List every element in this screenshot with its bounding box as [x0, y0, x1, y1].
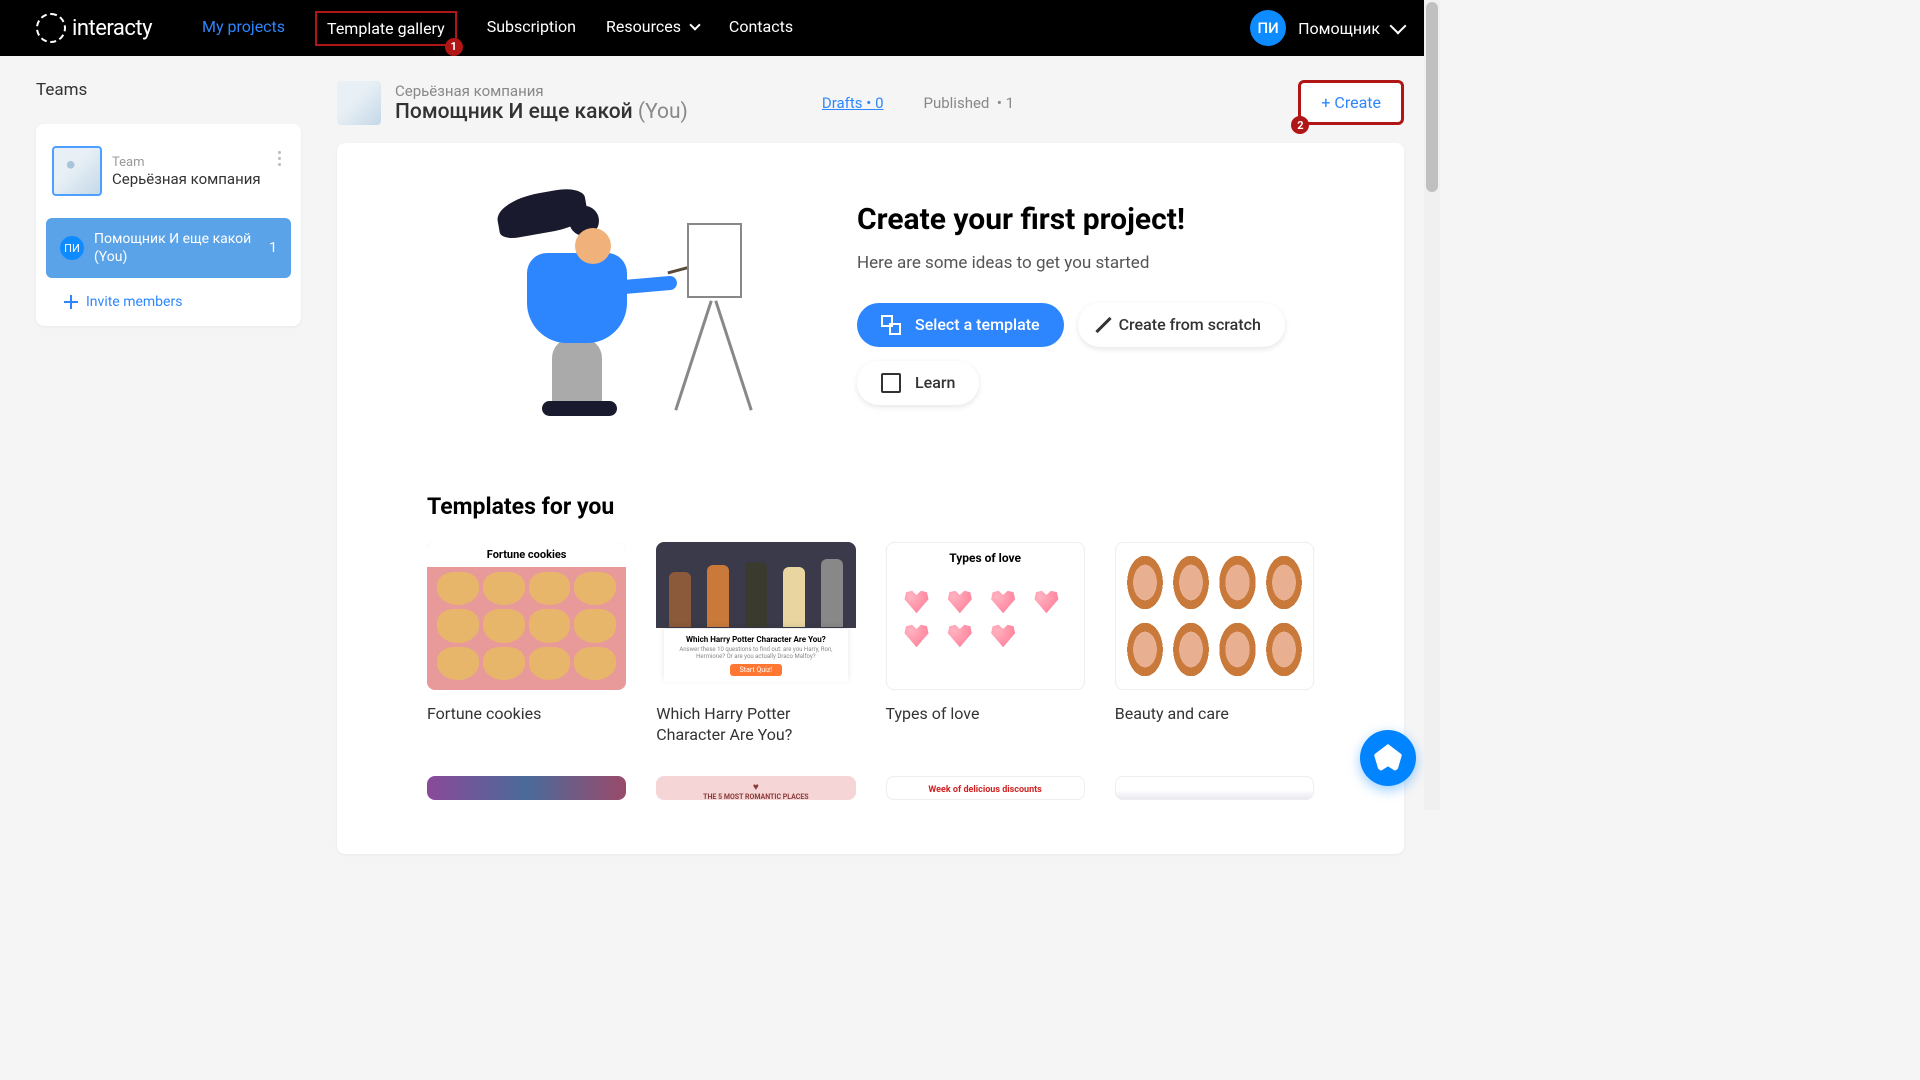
messenger-icon	[1374, 744, 1402, 772]
nav-resources[interactable]: Resources	[606, 11, 699, 46]
template-card[interactable]: Which Harry Potter Character Are You? An…	[656, 542, 855, 746]
published-stat: Published • 1	[924, 94, 1015, 112]
hero-subtitle: Here are some ideas to get you started	[857, 253, 1314, 273]
user-avatar: ПИ	[1250, 10, 1286, 46]
template-card[interactable]	[1115, 776, 1314, 814]
templates-section: Templates for you Fortune cookies W	[427, 493, 1314, 814]
messenger-fab[interactable]	[1360, 730, 1416, 786]
main-card: Create your first project! Here are some…	[337, 143, 1404, 854]
header: interacty My projects Template gallery 1…	[0, 0, 1440, 56]
logo-text: interacty	[72, 16, 152, 41]
member-avatar: ПИ	[60, 236, 84, 260]
annotation-badge: 2	[1291, 116, 1309, 134]
template-thumbnail: THE 5 MOST ROMANTIC PLACES	[656, 776, 855, 800]
learn-icon	[881, 373, 901, 393]
template-card[interactable]: THE 5 MOST ROMANTIC PLACES	[656, 776, 855, 814]
scrollbar-thumb[interactable]	[1426, 2, 1438, 192]
hero: Create your first project! Here are some…	[427, 183, 1314, 423]
header-user-menu[interactable]: ПИ Помощник	[1250, 10, 1404, 46]
template-card[interactable]: Week of delicious discounts	[886, 776, 1085, 814]
team-thumbnail	[52, 146, 102, 196]
main-nav: My projects Template gallery 1 Subscript…	[202, 11, 793, 46]
user-name: Помощник	[1298, 19, 1380, 38]
team-member-item[interactable]: ПИ Помощник И еще какой (You) 1	[46, 218, 291, 278]
company-name: Серьёзная компания	[395, 82, 688, 100]
pencil-icon	[1095, 316, 1111, 332]
nav-subscription[interactable]: Subscription	[487, 11, 576, 46]
teams-card: Team Серьёзная компания ПИ Помощник И ещ…	[36, 124, 301, 326]
chevron-down-icon	[689, 19, 700, 30]
template-title: Beauty and care	[1115, 704, 1314, 725]
template-thumbnail	[1115, 542, 1314, 690]
sidebar: Teams Team Серьёзная компания ПИ Помощни…	[36, 80, 301, 854]
invite-members-link[interactable]: Invite members	[46, 294, 291, 310]
nav-template-gallery[interactable]: Template gallery 1	[315, 11, 457, 46]
header-thumbnail	[337, 81, 381, 125]
template-title: Fortune cookies	[427, 704, 626, 725]
create-from-scratch-button[interactable]: Create from scratch	[1078, 303, 1285, 347]
main-header: Серьёзная компания Помощник И еще какой …	[337, 80, 1404, 125]
logo-icon	[36, 13, 66, 43]
drafts-link[interactable]: Drafts • 0	[822, 94, 884, 112]
nav-my-projects[interactable]: My projects	[202, 11, 285, 46]
create-button[interactable]: + Create 2	[1298, 80, 1404, 125]
template-thumbnail	[886, 542, 1085, 690]
workspace-user: Помощник И еще какой (You)	[395, 100, 688, 124]
logo[interactable]: interacty	[36, 13, 152, 43]
member-count: 1	[269, 240, 277, 256]
main: Серьёзная компания Помощник И еще какой …	[337, 80, 1404, 854]
template-card[interactable]: Types of love	[886, 542, 1085, 746]
header-stats: Drafts • 0 Published • 1	[822, 94, 1014, 112]
hero-illustration	[467, 183, 747, 423]
team-name: Серьёзная компания	[112, 170, 285, 188]
template-card[interactable]: Fortune cookies	[427, 542, 626, 746]
template-title: Which Harry Potter Character Are You?	[656, 704, 855, 746]
sidebar-title: Teams	[36, 80, 301, 100]
nav-contacts[interactable]: Contacts	[729, 11, 793, 46]
template-card[interactable]	[427, 776, 626, 814]
templates-icon	[881, 315, 901, 335]
more-icon[interactable]	[271, 148, 287, 168]
template-thumbnail: Week of delicious discounts	[886, 776, 1085, 800]
select-template-button[interactable]: Select a template	[857, 303, 1064, 347]
template-thumbnail	[1115, 776, 1314, 800]
plus-icon	[64, 295, 78, 309]
team-item[interactable]: Team Серьёзная компания	[46, 140, 291, 202]
hero-title: Create your first project!	[857, 202, 1314, 237]
scrollbar[interactable]	[1424, 0, 1440, 810]
template-thumbnail	[427, 776, 626, 800]
templates-grid: Fortune cookies Which Harry Potter Chara…	[427, 542, 1314, 814]
member-name: Помощник И еще какой (You)	[94, 230, 259, 266]
template-title: Types of love	[886, 704, 1085, 725]
learn-button[interactable]: Learn	[857, 361, 979, 405]
template-thumbnail	[427, 542, 626, 690]
template-thumbnail: Which Harry Potter Character Are You? An…	[656, 542, 855, 690]
chevron-down-icon	[1390, 18, 1407, 35]
team-label: Team	[112, 155, 285, 170]
template-card[interactable]: Beauty and care	[1115, 542, 1314, 746]
annotation-badge: 1	[445, 38, 463, 56]
content: Teams Team Серьёзная компания ПИ Помощни…	[0, 56, 1440, 878]
templates-heading: Templates for you	[427, 493, 1314, 520]
